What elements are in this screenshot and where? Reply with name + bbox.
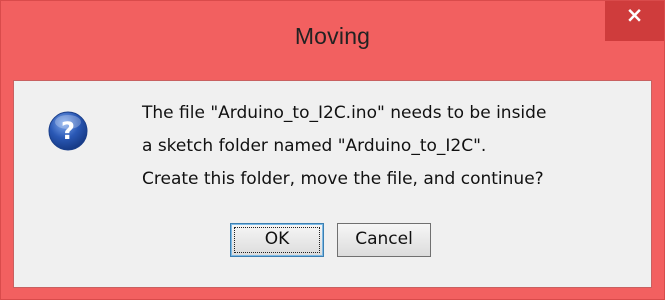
dialog-window: Moving × ? The file "Arduino_to_I2C.ino"…: [0, 0, 665, 300]
message-line: Create this folder, move the file, and c…: [142, 169, 544, 189]
dialog-message: The file "Arduino_to_I2C.ino" needs to b…: [142, 97, 546, 196]
question-icon: ?: [48, 111, 88, 151]
ok-button[interactable]: OK: [230, 223, 324, 257]
dialog-body: ? The file "Arduino_to_I2C.ino" needs to…: [13, 80, 652, 288]
cancel-button[interactable]: Cancel: [337, 223, 431, 257]
focus-rect: [234, 227, 320, 253]
cancel-button-label: Cancel: [355, 229, 413, 249]
message-line: The file "Arduino_to_I2C.ino" needs to b…: [142, 103, 547, 123]
title-bar[interactable]: Moving ×: [1, 1, 664, 79]
message-line: a sketch folder named "Arduino_to_I2C".: [142, 136, 487, 156]
close-icon: ×: [625, 3, 644, 27]
dialog-title: Moving: [294, 23, 371, 49]
svg-text:?: ?: [61, 117, 75, 145]
close-button[interactable]: ×: [605, 1, 664, 41]
